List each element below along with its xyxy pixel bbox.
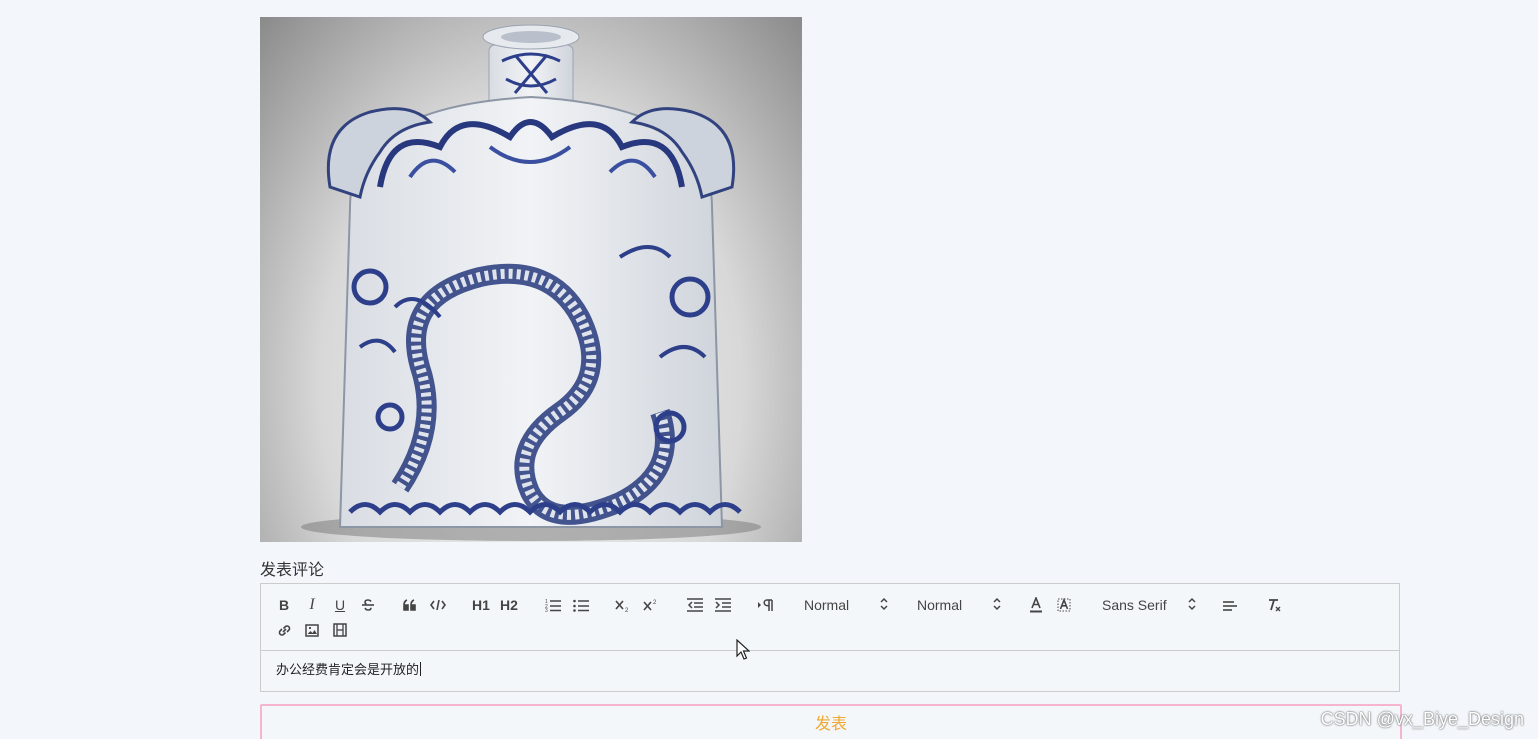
- text-direction-button[interactable]: [755, 595, 775, 615]
- quote-icon: [403, 599, 416, 611]
- h1-icon: H1: [472, 597, 490, 613]
- product-image: [260, 17, 802, 542]
- link-icon: [278, 624, 290, 636]
- background-color-icon: [1057, 597, 1071, 612]
- subscript-icon: 2: [615, 600, 629, 612]
- image-button[interactable]: [303, 620, 321, 640]
- font-size-label: Normal: [917, 597, 963, 613]
- font-family-label: Sans Serif: [1102, 597, 1167, 613]
- picker-arrows-icon: [993, 597, 1001, 611]
- svg-text:3: 3: [545, 608, 548, 612]
- text-caret: [420, 662, 422, 676]
- header-1-button[interactable]: H1: [471, 595, 491, 615]
- font-family-picker[interactable]: Sans Serif: [1102, 595, 1196, 615]
- header-size-picker[interactable]: Normal: [804, 595, 888, 615]
- indent-icon: [715, 598, 731, 612]
- mouse-cursor-icon: [736, 639, 750, 660]
- picker-arrows-icon: [1188, 597, 1196, 611]
- strike-button[interactable]: [359, 595, 377, 615]
- italic-button[interactable]: I: [303, 595, 321, 615]
- bold-button[interactable]: B: [275, 595, 293, 615]
- bullet-list-icon: [573, 599, 589, 612]
- ordered-list-button[interactable]: 123: [543, 595, 563, 615]
- underline-icon: U: [334, 597, 346, 613]
- outdent-icon: [687, 598, 703, 612]
- blockquote-button[interactable]: [401, 595, 419, 615]
- editor-toolbar: B I U H1 H2 123 2 2 Normal Normal Sans S…: [261, 584, 1399, 651]
- video-icon: [333, 623, 347, 637]
- comment-section-title: 发表评论: [260, 562, 325, 579]
- code-icon: [430, 599, 446, 611]
- align-left-icon: [1223, 601, 1237, 611]
- clear-format-icon: [1269, 599, 1281, 612]
- outdent-button[interactable]: [685, 595, 705, 615]
- text-color-button[interactable]: [1027, 595, 1045, 615]
- text-color-icon: [1030, 597, 1042, 613]
- svg-text:2: 2: [653, 600, 657, 606]
- comment-editor: B I U H1 H2 123 2 2 Normal Normal Sans S…: [260, 583, 1400, 692]
- indent-button[interactable]: [713, 595, 733, 615]
- svg-text:2: 2: [625, 608, 629, 612]
- superscript-button[interactable]: 2: [641, 595, 661, 615]
- image-icon: [305, 623, 319, 637]
- header-2-button[interactable]: H2: [499, 595, 519, 615]
- subscript-button[interactable]: 2: [613, 595, 633, 615]
- page: 发表评论 B I U H1 H2 1 2 3 2 2 Normal Normal…: [0, 0, 1538, 739]
- watermark: CSDN @vx_Biye_Design: [1320, 709, 1524, 729]
- align-button[interactable]: [1221, 595, 1239, 615]
- underline-button[interactable]: U: [331, 595, 349, 615]
- comment-text: 办公经费肯定会是开放的: [276, 662, 420, 677]
- superscript-icon: 2: [643, 600, 657, 611]
- ordered-list-icon: 123: [545, 599, 561, 612]
- link-button[interactable]: [275, 620, 293, 640]
- background-color-button[interactable]: [1055, 595, 1073, 615]
- submit-comment-button[interactable]: 发表: [260, 704, 1402, 739]
- video-button[interactable]: [331, 620, 349, 640]
- editor-content[interactable]: 办公经费肯定会是开放的: [276, 661, 422, 679]
- bullet-list-button[interactable]: [571, 595, 591, 615]
- picker-arrows-icon: [880, 597, 888, 611]
- clear-formatting-button[interactable]: [1265, 595, 1283, 615]
- h2-icon: H2: [500, 597, 518, 613]
- italic-icon: I: [309, 596, 315, 613]
- code-block-button[interactable]: [429, 595, 447, 615]
- font-size-picker[interactable]: Normal: [917, 595, 1001, 615]
- rtl-paragraph-icon: [758, 599, 773, 611]
- submit-label: 发表: [814, 716, 847, 733]
- bold-icon: B: [278, 597, 290, 613]
- header-size-label: Normal: [804, 597, 850, 613]
- strikethrough-icon: [362, 599, 374, 611]
